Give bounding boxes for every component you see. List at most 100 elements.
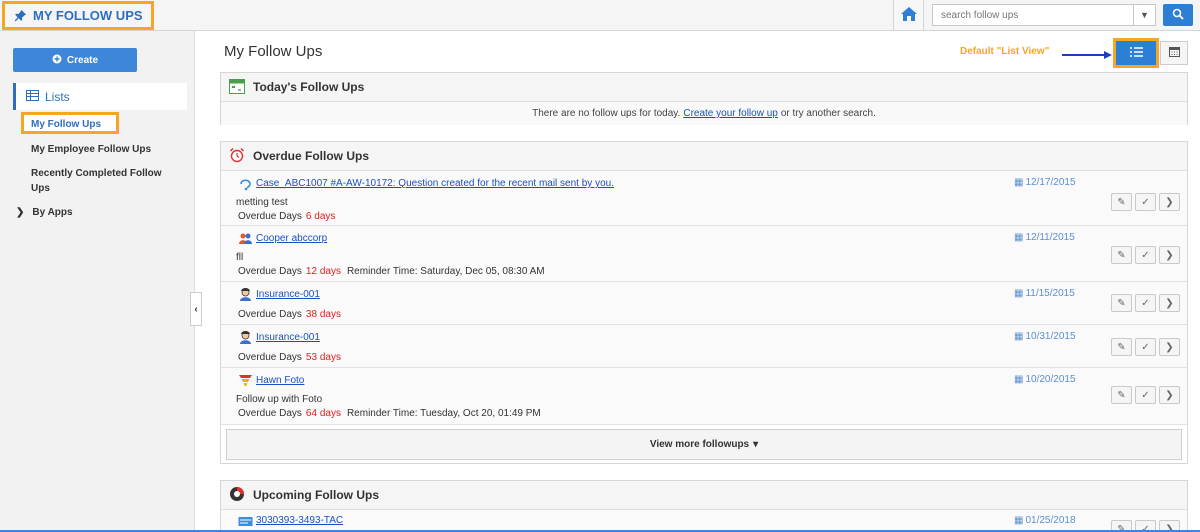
check-icon: ✓ <box>1141 249 1150 261</box>
check-icon: ✓ <box>1141 389 1150 401</box>
overdue-days-value: 6 days <box>305 211 336 222</box>
open-button[interactable]: ❯ <box>1159 193 1180 211</box>
calendar-small-icon: ▦ <box>1014 288 1024 299</box>
search-box: ▼ <box>932 4 1156 26</box>
plus-circle-icon <box>52 54 62 67</box>
chevron-right-icon: ❯ <box>1165 196 1174 208</box>
note-button[interactable]: ✎ <box>1111 386 1132 404</box>
upcoming-panel-title: Upcoming Follow Ups <box>253 488 379 502</box>
sidebar-item-by-apps[interactable]: ❯ By Apps <box>16 207 73 218</box>
check-icon: ✓ <box>1141 341 1150 353</box>
follow-up-link[interactable]: Hawn Foto <box>256 375 304 386</box>
view-more-followups-button[interactable]: View more followups ▾ <box>226 429 1182 460</box>
note-icon: ✎ <box>1117 249 1126 261</box>
follow-up-link[interactable]: Insurance-001 <box>256 289 320 300</box>
complete-button[interactable]: ✓ <box>1135 294 1156 312</box>
overdue-row: Insurance-001 ▦ 10/31/2015 Overdue Days 53… <box>221 325 1187 368</box>
follow-up-date-text: 12/17/2015 <box>1025 177 1076 188</box>
overdue-days: Overdue Days 12 days Reminder Time: Saturd… <box>238 266 545 277</box>
sidebar-item-my-follow-ups[interactable]: My Follow Ups <box>21 112 119 134</box>
overdue-days: Overdue Days 53 days <box>238 352 341 363</box>
follow-up-date: ▦ 01/25/2018 <box>1014 515 1076 526</box>
overdue-days-label: Overdue Days <box>238 408 302 419</box>
today-panel-title: Today's Follow Ups <box>253 80 365 94</box>
list-icon <box>1129 46 1143 60</box>
chevron-down-icon: ▼ <box>1140 10 1149 20</box>
view-more-label: View more followups <box>649 439 750 450</box>
open-button[interactable]: ❯ <box>1159 246 1180 264</box>
overdue-days-value: 53 days <box>305 352 341 363</box>
overdue-days: Overdue Days 38 days <box>238 309 341 320</box>
chevron-right-icon: ❯ <box>1165 297 1174 309</box>
app-title[interactable]: MY FOLLOW UPS <box>2 1 154 30</box>
search-button[interactable] <box>1163 4 1193 26</box>
today-empty-text: There are no follow ups for today. <box>532 108 681 119</box>
overdue-days: Overdue Days 64 days Reminder Time: Tuesda… <box>238 408 541 419</box>
upcoming-clock-icon <box>229 486 245 505</box>
contacts-icon <box>238 231 253 246</box>
follow-up-date: ▦ 12/17/2015 <box>1014 177 1076 188</box>
complete-button[interactable]: ✓ <box>1135 246 1156 264</box>
calendar-icon <box>1168 46 1180 60</box>
calendar-small-icon: ▦ <box>1014 331 1024 342</box>
sidebar-item-my-employee-follow-ups[interactable]: My Employee Follow Ups <box>31 142 151 157</box>
annotation-arrow-icon <box>1062 51 1112 59</box>
list-view-button[interactable] <box>1113 38 1159 68</box>
row-actions: ✎ ✓ ❯ <box>1111 246 1180 264</box>
follow-up-note: fll <box>236 252 244 263</box>
note-icon: ✎ <box>1117 389 1126 401</box>
search-input[interactable] <box>933 5 1133 25</box>
upcoming-follow-ups-panel: Upcoming Follow Ups 3030393-3493-TAC ▦ 01… <box>220 480 1188 532</box>
follow-up-link[interactable]: 3030393-3493-TAC <box>256 515 343 526</box>
complete-button[interactable]: ✓ <box>1135 338 1156 356</box>
overdue-days-value: 38 days <box>305 309 341 320</box>
open-button[interactable]: ❯ <box>1159 386 1180 404</box>
home-button[interactable] <box>893 0 924 30</box>
open-button[interactable]: ❯ <box>1159 338 1180 356</box>
overdue-days-label: Overdue Days <box>238 211 302 222</box>
funnel-icon <box>238 373 253 388</box>
list-grid-icon <box>26 89 39 104</box>
follow-up-note: metting test <box>236 197 288 208</box>
create-button-label: Create <box>66 54 99 66</box>
follow-up-date: ▦ 10/20/2015 <box>1014 374 1076 385</box>
follow-up-link[interactable]: Case_ABC1007 #A-AW-10172: Question creat… <box>256 178 614 189</box>
create-follow-up-link[interactable]: Create your follow up <box>683 108 778 119</box>
overdue-days-value: 12 days <box>305 266 341 277</box>
calendar-small-icon: ▦ <box>1014 515 1024 526</box>
search-icon <box>1172 8 1184 23</box>
overdue-days-label: Overdue Days <box>238 309 302 320</box>
upcoming-row: 3030393-3493-TAC ▦ 01/25/2018 ✎ ✓ ❯ <box>221 510 1187 532</box>
complete-button[interactable]: ✓ <box>1135 193 1156 211</box>
overdue-days-label: Overdue Days <box>238 352 302 363</box>
search-dropdown-toggle[interactable]: ▼ <box>1133 5 1155 25</box>
calendar-view-button[interactable] <box>1160 41 1188 65</box>
sidebar-collapse-button[interactable]: ‹ <box>190 292 202 326</box>
overdue-row: Hawn Foto ▦ 10/20/2015 Follow up with Fot… <box>221 368 1187 425</box>
today-empty-message: There are no follow ups for today. Creat… <box>221 102 1187 125</box>
note-button[interactable]: ✎ <box>1111 338 1132 356</box>
sidebar-item-recently-completed-follow-ups[interactable]: Recently Completed Follow Ups <box>31 166 181 196</box>
follow-up-link[interactable]: Cooper abccorp <box>256 233 327 244</box>
complete-button[interactable]: ✓ <box>1135 386 1156 404</box>
row-actions: ✎ ✓ ❯ <box>1111 294 1180 312</box>
note-button[interactable]: ✎ <box>1111 294 1132 312</box>
today-follow-ups-panel: Today's Follow Ups There are no follow u… <box>220 72 1188 125</box>
follow-up-link[interactable]: Insurance-001 <box>256 332 320 343</box>
note-button[interactable]: ✎ <box>1111 246 1132 264</box>
calendar-small-icon: ▦ <box>1014 374 1024 385</box>
overdue-panel-header: Overdue Follow Ups <box>221 142 1187 171</box>
open-button[interactable]: ❯ <box>1159 294 1180 312</box>
calendar-small-icon: ▦ <box>1014 177 1024 188</box>
note-button[interactable]: ✎ <box>1111 193 1132 211</box>
follow-up-date-text: 12/11/2015 <box>1025 232 1075 243</box>
overdue-row: Cooper abccorp ▦ 12/11/2015 fll Overdue D… <box>221 226 1187 282</box>
follow-up-date: ▦ 11/15/2015 <box>1014 288 1075 299</box>
chevron-right-icon: ❯ <box>1165 389 1174 401</box>
lists-header-label: Lists <box>45 89 70 104</box>
create-button[interactable]: Create <box>13 48 137 72</box>
agent-icon <box>238 287 253 302</box>
lists-header[interactable]: Lists <box>13 83 187 110</box>
chevron-right-icon: ❯ <box>1165 341 1174 353</box>
check-icon: ✓ <box>1141 297 1150 309</box>
